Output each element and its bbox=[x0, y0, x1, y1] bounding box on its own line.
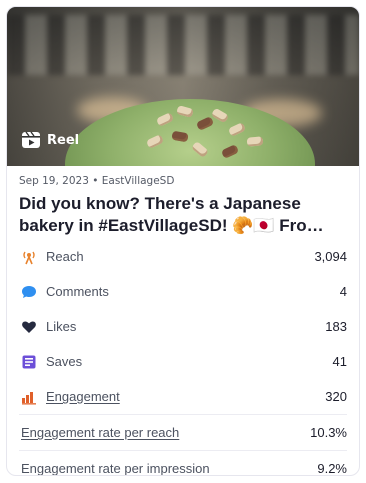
metric-value: 320 bbox=[325, 389, 347, 404]
engagement-rate-impression-link[interactable]: Engagement rate per impression bbox=[21, 461, 210, 475]
reel-label: Reel bbox=[47, 132, 80, 148]
post-card[interactable]: Reel Sep 19, 2023 • EastVillageSD Did yo… bbox=[6, 6, 360, 476]
post-thumbnail[interactable]: Reel bbox=[7, 7, 359, 166]
metric-row-likes: Likes 183 bbox=[7, 309, 359, 344]
post-date-account: Sep 19, 2023 • EastVillageSD bbox=[19, 175, 175, 187]
metric-label: Likes bbox=[46, 319, 77, 334]
reel-badge: Reel bbox=[21, 131, 79, 149]
metric-value: 41 bbox=[332, 354, 347, 369]
metric-label: Comments bbox=[46, 284, 109, 299]
engagement-rate-reach-link[interactable]: Engagement rate per reach bbox=[21, 425, 179, 440]
metric-row-saves: Saves 41 bbox=[7, 344, 359, 379]
comments-icon bbox=[21, 284, 37, 300]
nut-topping bbox=[246, 136, 264, 147]
metric-value: 9.2% bbox=[317, 461, 347, 476]
metric-label: Reach bbox=[46, 249, 84, 264]
metrics-list: Reach 3,094 Comments 4 Likes 183 Saves 4… bbox=[7, 239, 359, 476]
metric-row-engagement[interactable]: Engagement 320 bbox=[7, 379, 359, 414]
post-title[interactable]: Did you know? There's a Japanese bakery … bbox=[19, 193, 347, 237]
reel-icon bbox=[21, 131, 41, 149]
engagement-link[interactable]: Engagement bbox=[46, 389, 120, 404]
metric-value: 4 bbox=[339, 284, 347, 299]
metric-row-engagement-rate-reach[interactable]: Engagement rate per reach 10.3% bbox=[7, 415, 359, 450]
metric-row-reach: Reach 3,094 bbox=[7, 239, 359, 274]
metric-value: 183 bbox=[325, 319, 347, 334]
bar-chart-icon bbox=[21, 389, 37, 405]
background-blur bbox=[7, 15, 359, 75]
metric-value: 3,094 bbox=[314, 249, 347, 264]
metric-row-comments: Comments 4 bbox=[7, 274, 359, 309]
heart-icon bbox=[21, 319, 37, 335]
bookmark-icon bbox=[21, 354, 37, 370]
metric-value: 10.3% bbox=[310, 425, 347, 440]
metric-row-engagement-rate-impression[interactable]: Engagement rate per impression 9.2% bbox=[7, 451, 359, 476]
reach-icon bbox=[21, 249, 37, 265]
metric-label: Saves bbox=[46, 354, 83, 369]
